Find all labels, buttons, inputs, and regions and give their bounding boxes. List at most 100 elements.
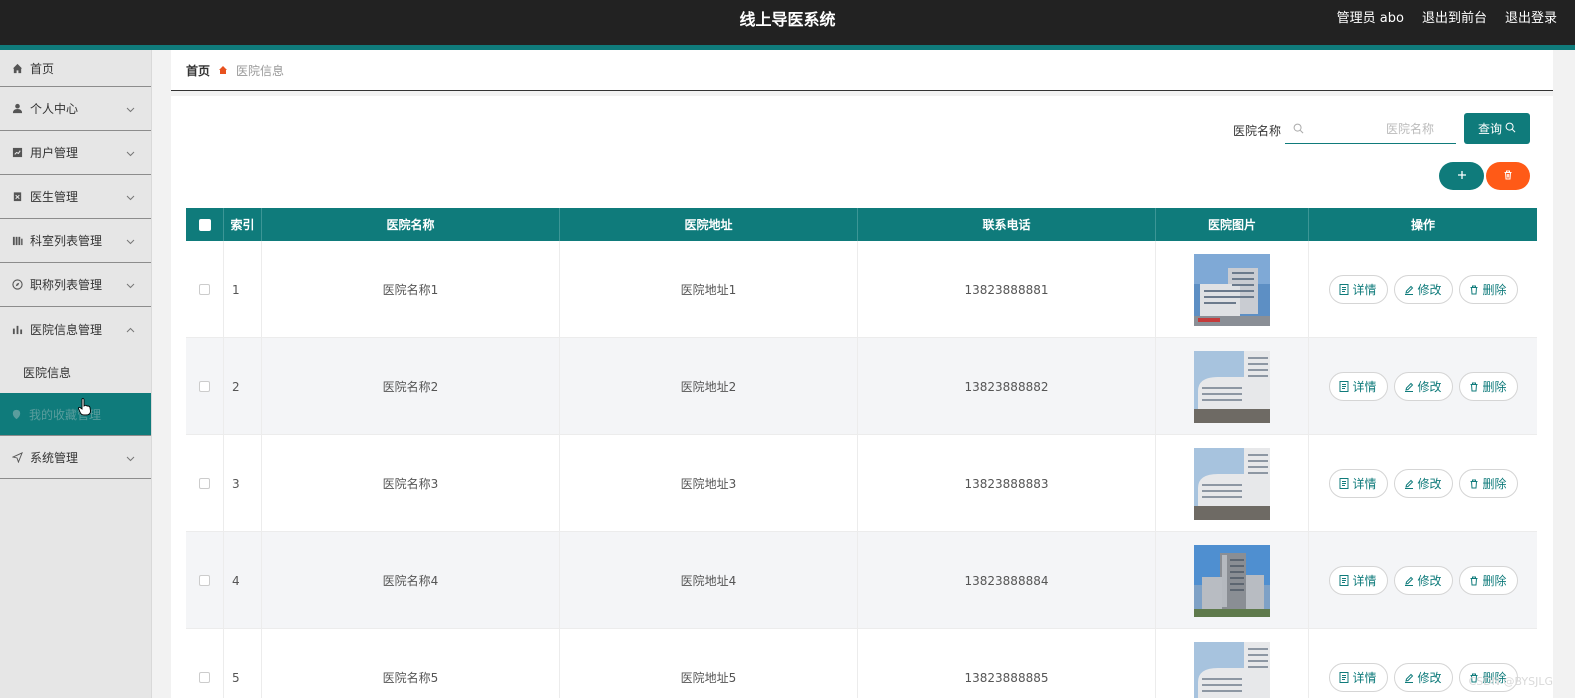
row-checkbox[interactable] — [199, 381, 210, 392]
breadcrumb-home[interactable]: 首页 — [186, 62, 210, 79]
row-checkbox[interactable] — [199, 284, 210, 295]
trash-icon — [1469, 479, 1479, 489]
table-row: 3 医院名称3 医院地址3 13823888883 详情 修改 删除 — [186, 435, 1537, 532]
sidebar-item-user-management[interactable]: 用户管理 — [0, 131, 151, 175]
edit-button[interactable]: 修改 — [1393, 663, 1453, 692]
edit-label: 修改 — [1417, 477, 1442, 491]
row-index: 5 — [224, 629, 262, 698]
batch-delete-button[interactable] — [1486, 162, 1530, 190]
chevron-down-icon — [126, 278, 135, 292]
edit-button[interactable]: 修改 — [1393, 566, 1453, 595]
detail-button[interactable]: 详情 — [1328, 566, 1388, 595]
detail-label: 详情 — [1352, 283, 1377, 297]
sidebar-item-hospital-info-management[interactable]: 医院信息管理 — [0, 307, 151, 351]
search-field[interactable] — [1285, 114, 1456, 144]
delete-label: 删除 — [1482, 574, 1507, 588]
delete-button[interactable]: 删除 — [1458, 566, 1518, 595]
chevron-down-icon — [126, 102, 135, 116]
delete-label: 删除 — [1482, 477, 1507, 491]
clipboard-icon — [11, 191, 23, 203]
back-to-front-link[interactable]: 退出到前台 — [1422, 7, 1487, 26]
sidebar-item-label: 医院信息 — [23, 365, 72, 380]
document-icon — [1339, 575, 1349, 586]
sidebar-item-system-management[interactable]: 系统管理 — [0, 435, 151, 479]
stats-icon — [11, 323, 23, 335]
column-header: 医院地址 — [560, 208, 858, 241]
row-check-cell — [186, 435, 224, 532]
breadcrumb-current: 医院信息 — [236, 63, 285, 78]
row-checkbox[interactable] — [199, 575, 210, 586]
trash-icon — [1503, 169, 1513, 183]
delete-button[interactable]: 删除 — [1458, 275, 1518, 304]
detail-button[interactable]: 详情 — [1328, 663, 1388, 692]
row-checkbox[interactable] — [199, 672, 210, 683]
row-check-cell — [186, 241, 224, 338]
select-all-checkbox[interactable] — [198, 218, 211, 231]
delete-button[interactable]: 删除 — [1458, 372, 1518, 401]
sidebar-item-department-management[interactable]: 科室列表管理 — [0, 219, 151, 263]
sidebar-subitem-my-favorites[interactable]: 我的收藏管理 — [0, 393, 151, 435]
detail-button[interactable]: 详情 — [1328, 275, 1388, 304]
row-checkbox[interactable] — [199, 478, 210, 489]
trash-icon — [1469, 285, 1479, 295]
top-header: 线上导医系统 管理员 abo 退出到前台 退出登录 — [0, 0, 1575, 45]
sidebar-item-doctor-management[interactable]: 医生管理 — [0, 175, 151, 219]
sidebar-item-home[interactable]: 首页 — [0, 50, 151, 87]
edit-button[interactable]: 修改 — [1393, 275, 1453, 304]
current-user: 管理员 abo — [1336, 11, 1404, 26]
detail-label: 详情 — [1352, 671, 1377, 685]
actions-cell: 详情 修改 删除 — [1309, 532, 1537, 629]
delete-button[interactable]: 删除 — [1458, 469, 1518, 498]
sidebar-item-label: 医院信息管理 — [30, 322, 103, 337]
add-button[interactable] — [1439, 162, 1484, 190]
row-actions: 详情 修改 删除 — [1328, 469, 1518, 498]
user-icon — [11, 103, 23, 115]
hospital-name: 医院名称1 — [262, 241, 560, 338]
chevron-up-icon — [126, 322, 135, 336]
search-input[interactable] — [1304, 121, 1434, 136]
actions-cell: 详情 修改 删除 — [1309, 338, 1537, 435]
search-icon — [1293, 123, 1304, 134]
edit-icon — [1404, 479, 1414, 489]
sidebar-item-title-management[interactable]: 职称列表管理 — [0, 263, 151, 307]
edit-button[interactable]: 修改 — [1393, 469, 1453, 498]
chevron-down-icon — [126, 234, 135, 248]
document-icon — [1339, 381, 1349, 392]
edit-icon — [1404, 576, 1414, 586]
sidebar-item-label: 系统管理 — [30, 450, 79, 465]
hospital-name: 医院名称3 — [262, 435, 560, 532]
hospital-address: 医院地址3 — [560, 435, 858, 532]
edit-label: 修改 — [1417, 574, 1442, 588]
edit-button[interactable]: 修改 — [1393, 372, 1453, 401]
hospital-image — [1194, 641, 1270, 698]
detail-label: 详情 — [1352, 574, 1377, 588]
hospital-address: 医院地址1 — [560, 241, 858, 338]
hospital-phone: 13823888882 — [858, 338, 1156, 435]
hospital-image — [1194, 350, 1270, 423]
bars-icon — [11, 235, 23, 247]
search-label: 医院名称 — [1233, 124, 1282, 138]
logout-link[interactable]: 退出登录 — [1505, 7, 1557, 26]
hospital-phone: 13823888885 — [858, 629, 1156, 698]
sidebar-item-personal-center[interactable]: 个人中心 — [0, 87, 151, 131]
breadcrumb-separator-icon — [218, 65, 228, 75]
sidebar-item-label: 用户管理 — [30, 146, 79, 160]
trash-icon — [1469, 576, 1479, 586]
sidebar-subitem-hospital-info[interactable]: 医院信息 — [0, 351, 151, 393]
image-cell — [1156, 241, 1309, 338]
search-button[interactable]: 查询 — [1464, 113, 1530, 144]
column-header: 联系电话 — [858, 208, 1156, 241]
edit-icon — [1404, 285, 1414, 295]
detail-button[interactable]: 详情 — [1328, 469, 1388, 498]
compass-icon — [11, 279, 23, 291]
table-row: 5 医院名称5 医院地址5 13823888885 详情 修改 删除 — [186, 629, 1537, 698]
edit-label: 修改 — [1417, 380, 1442, 394]
edit-icon — [1404, 382, 1414, 392]
detail-label: 详情 — [1352, 477, 1377, 491]
location-icon — [11, 409, 22, 420]
delete-label: 删除 — [1482, 380, 1507, 394]
detail-button[interactable]: 详情 — [1328, 372, 1388, 401]
sidebar-item-label: 首页 — [30, 61, 55, 76]
hospital-name: 医院名称4 — [262, 532, 560, 629]
row-actions: 详情 修改 删除 — [1328, 566, 1518, 595]
